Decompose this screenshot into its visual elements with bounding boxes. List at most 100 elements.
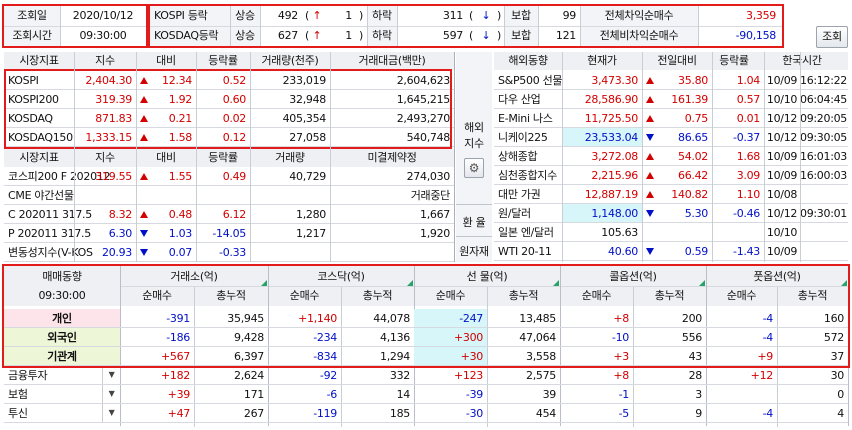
- divider: [580, 6, 581, 46]
- derivative-change: 0.07: [168, 246, 193, 259]
- overseas-change: 0.59: [684, 245, 709, 258]
- divider: [642, 52, 643, 262]
- overseas-price: 3,473.30: [591, 74, 638, 87]
- flat-label: 보합: [504, 6, 538, 26]
- overseas-rate: -0.37: [733, 131, 760, 144]
- sub-header-total: 총누적: [654, 289, 685, 302]
- paren: ): [359, 9, 363, 22]
- overseas-rate: -1.43: [733, 245, 760, 258]
- divider: [330, 52, 331, 262]
- index-name: KOSDAQ등락: [150, 26, 230, 46]
- investor-value: -834: [313, 350, 337, 363]
- investor-name[interactable]: 보험: [4, 385, 102, 404]
- divider: [4, 422, 848, 423]
- overseas-name[interactable]: E-Mini 나스: [494, 109, 562, 128]
- investor-value: -6: [326, 388, 338, 401]
- down-value: 311: [442, 9, 463, 22]
- overseas-change: 66.42: [678, 169, 708, 182]
- overseas-rate: 1.68: [736, 150, 761, 163]
- up-label: 상승: [230, 6, 260, 26]
- index-name[interactable]: KOSPI: [4, 71, 74, 90]
- triangle-up-icon: [646, 77, 654, 84]
- investor-value: 200: [681, 312, 702, 325]
- investor-value: 4: [837, 407, 844, 420]
- overseas-tab-label[interactable]: 해외: [456, 120, 492, 136]
- sub-header-net: 순매수: [289, 289, 320, 302]
- investor-value: -4: [762, 331, 774, 344]
- derivative-change: 1.55: [168, 170, 193, 183]
- investor-name[interactable]: 금융투자: [4, 366, 102, 385]
- divider: [367, 6, 368, 46]
- amount-value: 2,604,623: [396, 74, 451, 87]
- overseas-name[interactable]: 대만 가권: [494, 185, 562, 204]
- gear-icon[interactable]: ⚙: [464, 158, 484, 178]
- derivative-index: 8.32: [108, 208, 133, 221]
- index-name[interactable]: KOSDAQ150: [4, 128, 74, 147]
- overseas-name[interactable]: 일본 엔/달러: [494, 223, 562, 242]
- overseas-tab-label[interactable]: 지수: [456, 136, 492, 152]
- overseas-name[interactable]: WTI 20-11: [494, 242, 562, 261]
- index-name[interactable]: KOSDAQ: [4, 109, 74, 128]
- investor-value: 267: [243, 407, 264, 420]
- column-header: 전일대비: [657, 54, 697, 67]
- divider: [504, 6, 505, 46]
- overseas-rate: [712, 223, 764, 242]
- investor-value: +9: [757, 350, 773, 363]
- date-value[interactable]: 2020/10/12: [60, 6, 146, 26]
- chevron-down-icon[interactable]: ▼: [102, 366, 120, 384]
- overseas-name[interactable]: S&P500 선물: [494, 71, 562, 90]
- chevron-down-icon[interactable]: ▼: [102, 385, 120, 403]
- overseas-date: 10/09: [766, 169, 798, 182]
- down-value: 597: [442, 29, 463, 42]
- time-label: 조회시간: [4, 26, 60, 46]
- column-header: 지수: [95, 151, 115, 164]
- fx-tab-label[interactable]: 환 율: [456, 214, 492, 232]
- flat-value: 121: [555, 29, 576, 42]
- investor-value: +39: [167, 388, 191, 401]
- triangle-up-icon: [646, 191, 654, 198]
- divider: [196, 52, 197, 262]
- overseas-date: 10/08: [766, 188, 798, 201]
- commodity-tab-label[interactable]: 원자재: [456, 243, 492, 261]
- overseas-name[interactable]: 원/달러: [494, 204, 562, 223]
- column-header: 한국시간: [782, 54, 822, 67]
- overseas-price: 105.63: [601, 226, 638, 239]
- time-value[interactable]: 09:30:00: [60, 26, 146, 46]
- down-arrow-icon: ↓: [481, 29, 491, 42]
- refresh-button[interactable]: 조회: [816, 26, 848, 48]
- divider: [454, 52, 455, 262]
- overseas-price: 40.60: [608, 245, 638, 258]
- overseas-name[interactable]: 니케이225: [494, 128, 562, 147]
- overseas-price: 28,586.90: [584, 93, 639, 106]
- overseas-name[interactable]: 상해종합: [494, 147, 562, 166]
- investor-name: 기관계: [4, 347, 120, 366]
- investor-value: 332: [389, 369, 410, 382]
- chevron-down-icon[interactable]: ▼: [102, 404, 120, 422]
- investor-name[interactable]: 투신: [4, 404, 102, 423]
- overseas-rate: 3.09: [736, 169, 761, 182]
- divider: [60, 6, 61, 46]
- group-header: 콜옵션(억): [609, 270, 657, 283]
- derivative-change: 1.03: [168, 227, 193, 240]
- divider: [230, 6, 231, 46]
- change-value: 1.92: [168, 93, 193, 106]
- overseas-change: 0.75: [684, 112, 709, 125]
- overseas-time: 09:30:05: [800, 131, 848, 144]
- arbitrage-value: 3,359: [746, 9, 776, 22]
- derivative-rate: 6.12: [222, 208, 247, 221]
- flat-label: 보합: [504, 26, 538, 46]
- column-header: 거래대금(백만): [358, 54, 426, 67]
- overseas-name[interactable]: 심천종합지수: [494, 166, 562, 185]
- investor-value: +8: [613, 369, 629, 382]
- index-name: KOSPI 등락: [150, 6, 230, 26]
- overseas-rate: 0.01: [736, 112, 761, 125]
- index-name[interactable]: KOSPI200: [4, 90, 74, 109]
- investor-value: 28: [688, 369, 703, 382]
- overseas-date: 10/12: [766, 131, 798, 144]
- investor-value: 572: [823, 331, 844, 344]
- overseas-name[interactable]: 다우 산업: [494, 90, 562, 109]
- triangle-up-icon: [646, 115, 654, 122]
- triangle-up-icon: [646, 96, 654, 103]
- paren: ): [359, 29, 363, 42]
- derivative-index: [74, 186, 136, 205]
